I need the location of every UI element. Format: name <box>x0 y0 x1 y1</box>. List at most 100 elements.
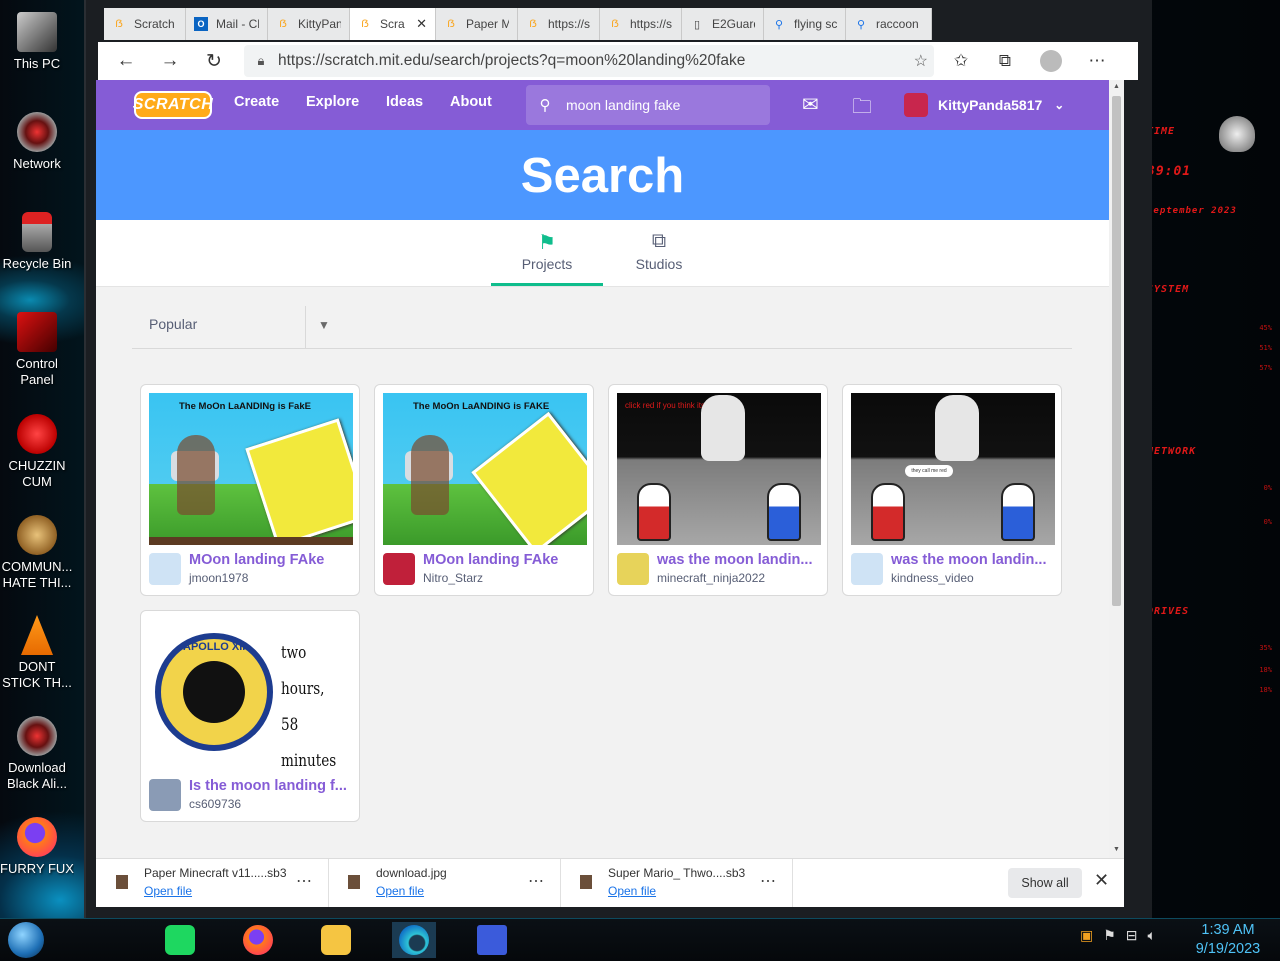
desktop-icon-recycle-bin[interactable]: Recycle Bin <box>0 212 74 272</box>
show-all-downloads-button[interactable]: Show all <box>1008 868 1082 898</box>
sort-dropdown[interactable]: Popular ▼ <box>132 286 1072 349</box>
tab-projects[interactable]: ⚑ Projects <box>491 230 603 286</box>
tab-title: raccoon <box>876 17 919 31</box>
project-card[interactable]: they call me red was the moon landin... … <box>842 384 1062 596</box>
close-icon[interactable]: ✕ <box>1094 870 1109 891</box>
taskbar-app-file-explorer[interactable] <box>314 922 358 958</box>
taskbar-app-window[interactable] <box>470 922 514 958</box>
flag-icon[interactable]: ⚑ <box>1103 927 1116 944</box>
scroll-up-arrow-icon[interactable]: ▲ <box>1109 83 1124 90</box>
scroll-down-arrow-icon[interactable]: ▼ <box>1109 846 1124 853</box>
nav-about-link[interactable]: About <box>450 94 492 110</box>
desktop-icon-download-black-ali[interactable]: Download Black Ali... <box>0 716 74 792</box>
desktop-icon-commun[interactable]: COMMUN... HATE THI... <box>0 515 74 591</box>
project-title-link[interactable]: MOon landing FAke <box>189 552 357 568</box>
desktop-icon-dont-stick[interactable]: DONT STICK TH... <box>0 615 74 691</box>
project-author-link[interactable]: Nitro_Starz <box>423 571 483 585</box>
taskbar-app-edge[interactable] <box>392 922 436 958</box>
add-favorite-icon[interactable]: ☆ <box>914 51 928 71</box>
project-author-link[interactable]: kindness_video <box>891 571 974 585</box>
browser-tab[interactable]: ẞ Scratch <box>104 8 186 40</box>
chuzzle-icon <box>17 414 57 454</box>
profile-avatar-icon[interactable] <box>1038 48 1064 74</box>
avatar[interactable] <box>851 553 883 585</box>
scratch-logo[interactable]: SCRATCH <box>133 91 213 119</box>
user-menu[interactable]: KittyPanda5817 ⌄ <box>904 93 1064 117</box>
browser-tab[interactable]: ẞ KittyPan <box>268 8 350 40</box>
desktop-icon-chuzzin[interactable]: CHUZZIN CUM <box>0 414 74 490</box>
download-item[interactable]: Paper Minecraft v11.....sb3 Open file ⋯ <box>96 859 329 907</box>
desktop-icon-network[interactable]: Network <box>0 112 74 172</box>
alien-system-widget: TIME 39:01 september 2023 SYSTEM 45% 51%… <box>1141 88 1280 728</box>
vlc-cone-icon <box>21 615 53 655</box>
project-title-link[interactable]: was the moon landin... <box>891 552 1059 568</box>
favorites-icon[interactable]: ✩ <box>948 48 974 74</box>
page-scrollbar[interactable]: ▲ ▼ <box>1109 80 1124 858</box>
clock[interactable]: 1:39 AM 9/19/2023 <box>1188 921 1268 959</box>
start-button[interactable] <box>8 922 44 958</box>
browser-tab[interactable]: ⚲ raccoon <box>846 8 932 40</box>
more-options-icon[interactable]: ⋯ <box>760 871 776 891</box>
network-icon[interactable]: ⊟ <box>1126 927 1138 944</box>
desktop-icon-this-pc[interactable]: This PC <box>0 12 74 72</box>
avatar[interactable] <box>617 553 649 585</box>
avatar[interactable] <box>149 553 181 585</box>
more-options-icon[interactable]: ⋯ <box>296 871 312 891</box>
project-title-link[interactable]: MOon landing FAke <box>423 552 591 568</box>
browser-tab[interactable]: ẞ https://s <box>600 8 682 40</box>
project-author-link[interactable]: cs609736 <box>189 797 241 811</box>
reload-icon[interactable]: ↻ <box>196 43 232 79</box>
browser-tab-active[interactable]: ẞ Scra ✕ <box>350 8 436 40</box>
avatar[interactable] <box>149 779 181 811</box>
project-author-link[interactable]: jmoon1978 <box>189 571 248 585</box>
taskbar-app-spotify[interactable] <box>158 922 202 958</box>
scrollbar-thumb[interactable] <box>1112 96 1121 606</box>
my-stuff-folder-icon[interactable]: 🗀 <box>852 92 872 126</box>
address-bar[interactable]: 🔒︎ https://scratch.mit.edu/search/projec… <box>244 45 934 77</box>
nav-create-link[interactable]: Create <box>234 94 279 110</box>
download-filename: Super Mario_ Thwo....sb3 <box>608 866 746 880</box>
more-options-icon[interactable]: ⋯ <box>528 871 544 891</box>
desktop-icon-control-panel[interactable]: Control Panel <box>0 312 74 388</box>
forward-arrow-icon[interactable]: → <box>152 43 188 79</box>
browser-tab[interactable]: ẞ Paper M <box>436 8 518 40</box>
red-astronaut-sprite <box>637 483 671 541</box>
taskbar-app-firefox[interactable] <box>236 922 280 958</box>
download-item[interactable]: download.jpg Open file ⋯ <box>328 859 561 907</box>
project-title-link[interactable]: was the moon landin... <box>657 552 825 568</box>
search-input[interactable] <box>564 96 758 114</box>
avatar[interactable] <box>383 553 415 585</box>
tab-studios[interactable]: ⧉ Studios <box>603 230 715 272</box>
browser-tab[interactable]: ⚲ flying sc <box>764 8 846 40</box>
project-thumbnail[interactable]: click red if you think its fake <box>617 393 821 545</box>
nav-ideas-link[interactable]: Ideas <box>386 94 423 110</box>
project-thumbnail[interactable]: they call me red <box>851 393 1055 545</box>
tab-title: KittyPan <box>298 17 341 31</box>
project-title-link[interactable]: Is the moon landing f... <box>189 778 357 794</box>
download-item[interactable]: Super Mario_ Thwo....sb3 Open file ⋯ <box>560 859 793 907</box>
back-arrow-icon[interactable]: ← <box>108 43 144 79</box>
project-card[interactable]: The MoOn LaANDING is FAKE MOon landing F… <box>374 384 594 596</box>
project-author-link[interactable]: minecraft_ninja2022 <box>657 571 765 585</box>
volume-icon[interactable]: 🔈︎ <box>1148 927 1156 944</box>
nav-explore-link[interactable]: Explore <box>306 94 359 110</box>
collections-icon[interactable]: ⧉ <box>992 48 1018 74</box>
desktop-icon-furry-fux[interactable]: FURRY FUX <box>0 817 74 877</box>
open-file-link[interactable]: Open file <box>144 884 192 898</box>
more-options-icon[interactable]: ⋯ <box>1084 48 1110 74</box>
project-thumbnail[interactable]: The MoOn LaANDING is FAKE <box>383 393 587 545</box>
project-card[interactable]: APOLLO XII two hours, 58 minutes on the … <box>140 610 360 822</box>
messages-icon[interactable]: ✉ <box>802 92 819 117</box>
project-card[interactable]: The MoOn LaANDINg is FakE MOon landing F… <box>140 384 360 596</box>
browser-tab[interactable]: O Mail - Cl <box>186 8 268 40</box>
open-file-link[interactable]: Open file <box>376 884 424 898</box>
browser-tab[interactable]: ▯ E2Guard <box>682 8 764 40</box>
open-file-link[interactable]: Open file <box>608 884 656 898</box>
project-thumbnail[interactable]: The MoOn LaANDINg is FakE <box>149 393 353 545</box>
system-tray: ▣ ⚑ ⊟ 🔈︎ <box>1080 927 1156 944</box>
browser-tab[interactable]: ẞ https://s <box>518 8 600 40</box>
app-tray-icon[interactable]: ▣ <box>1080 927 1093 944</box>
project-thumbnail[interactable]: APOLLO XII two hours, 58 minutes on the … <box>149 619 353 771</box>
project-card[interactable]: click red if you think its fake was the … <box>608 384 828 596</box>
close-tab-icon[interactable]: ✕ <box>416 16 427 32</box>
